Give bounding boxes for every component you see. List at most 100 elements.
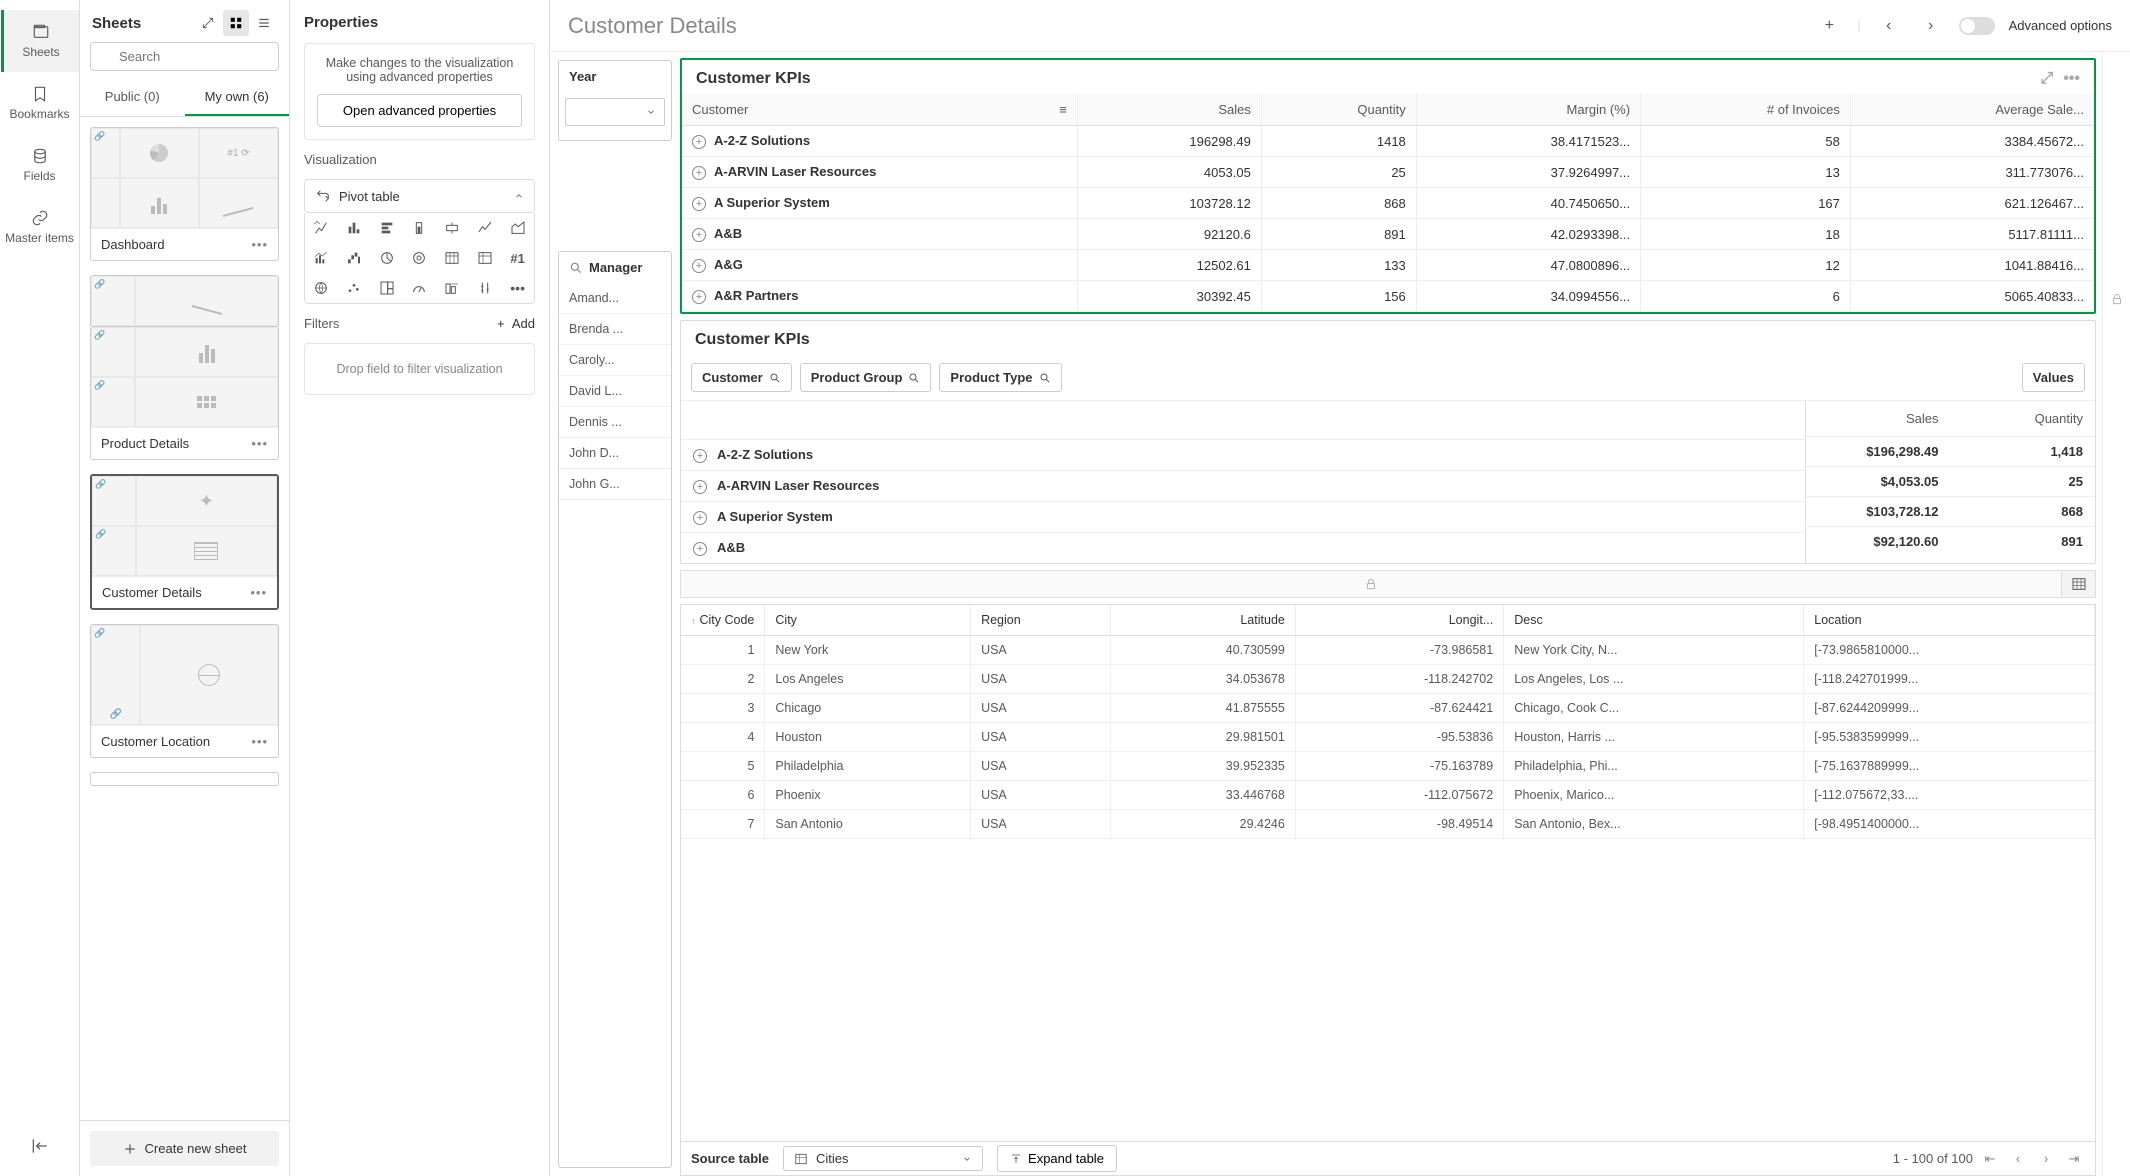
expand-row-icon[interactable]: +: [693, 480, 707, 494]
manager-item[interactable]: Caroly...: [559, 345, 671, 376]
col-desc[interactable]: Desc: [1504, 605, 1804, 636]
viz-gauge-icon[interactable]: [403, 273, 436, 303]
manager-item[interactable]: David L...: [559, 376, 671, 407]
expand-row-icon[interactable]: +: [692, 228, 706, 242]
sheet-card[interactable]: [90, 772, 279, 786]
col-sales[interactable]: Sales: [1806, 401, 1951, 436]
prev-sheet-button[interactable]: ‹: [1875, 12, 1903, 40]
viz-auto-icon[interactable]: [305, 213, 338, 243]
rail-bookmarks[interactable]: Bookmarks: [1, 72, 79, 134]
viz-box-icon[interactable]: [436, 213, 469, 243]
viz-scatter-icon[interactable]: [338, 273, 371, 303]
viz-treemap-icon[interactable]: [370, 273, 403, 303]
col-region[interactable]: Region: [971, 605, 1111, 636]
lock-icon[interactable]: [2110, 292, 2124, 306]
table-row[interactable]: +A&B92120.689142.0293398...185117.81111.…: [682, 219, 2094, 250]
add-button[interactable]: +: [1815, 12, 1843, 40]
create-sheet-button[interactable]: Create new sheet: [90, 1131, 279, 1166]
sheet-list[interactable]: 🔗 #1 ⟳ Dashboard••• 🔗: [80, 117, 289, 1120]
expand-row-icon[interactable]: +: [692, 166, 706, 180]
tab-public[interactable]: Public (0): [80, 79, 185, 116]
table-row[interactable]: +A Superior System: [681, 501, 1805, 532]
manager-item[interactable]: John G...: [559, 469, 671, 500]
sheet-card-product-details[interactable]: 🔗 🔗 Product Details•••: [90, 326, 279, 460]
rail-fields[interactable]: Fields: [1, 134, 79, 196]
table-row[interactable]: +A-2-Z Solutions: [681, 439, 1805, 470]
table-row[interactable]: +A-ARVIN Laser Resources: [681, 470, 1805, 501]
last-page-button[interactable]: ⇥: [2063, 1151, 2085, 1167]
viz-hbar-icon[interactable]: [370, 213, 403, 243]
table-row[interactable]: 1New YorkUSA40.730599-73.986581New York …: [681, 636, 2095, 665]
viz-more-icon[interactable]: •••: [501, 273, 534, 303]
viz-line-icon[interactable]: [469, 213, 502, 243]
viz-kpi-icon[interactable]: #1: [501, 243, 534, 273]
col-city[interactable]: City: [765, 605, 971, 636]
col-avg[interactable]: Average Sale...: [1850, 94, 2094, 126]
col-location[interactable]: Location: [1804, 605, 2095, 636]
next-sheet-button[interactable]: ›: [1917, 12, 1945, 40]
manager-list[interactable]: Amand... Brenda ... Caroly... David L...…: [559, 283, 671, 1167]
lock-bar[interactable]: [680, 570, 2062, 598]
col-customer[interactable]: Customer≡: [682, 94, 1077, 126]
chip-values[interactable]: Values: [2022, 363, 2085, 392]
viz-bullet-icon[interactable]: [403, 213, 436, 243]
rail-sheets[interactable]: Sheets: [1, 10, 79, 72]
sheet-more-button[interactable]: •••: [251, 734, 268, 749]
viz-map-icon[interactable]: [305, 273, 338, 303]
viz-histogram-icon[interactable]: [436, 273, 469, 303]
table-row[interactable]: 4HoustonUSA29.981501-95.53836Houston, Ha…: [681, 723, 2095, 752]
viz-pivot-icon[interactable]: [469, 243, 502, 273]
list-view-button[interactable]: [251, 10, 277, 36]
col-sales[interactable]: Sales: [1077, 94, 1261, 126]
sheet-card-dashboard[interactable]: 🔗 #1 ⟳ Dashboard•••: [90, 127, 279, 261]
col-quantity[interactable]: Quantity: [1261, 94, 1416, 126]
viz-donut-icon[interactable]: [403, 243, 436, 273]
col-citycode[interactable]: ↑City Code: [681, 605, 765, 636]
advanced-toggle[interactable]: [1959, 17, 1995, 35]
expand-row-icon[interactable]: +: [692, 259, 706, 273]
column-menu-icon[interactable]: ≡: [1059, 102, 1067, 117]
viz-waterfall-icon[interactable]: [338, 243, 371, 273]
collapse-panel-button[interactable]: [30, 1136, 50, 1156]
expand-row-icon[interactable]: +: [692, 290, 706, 304]
expand-row-icon[interactable]: +: [693, 542, 707, 556]
table-row[interactable]: 5PhiladelphiaUSA39.952335-75.163789Phila…: [681, 752, 2095, 781]
chip-product-group[interactable]: Product Group: [800, 363, 932, 392]
sheet-card-customer-location[interactable]: 🔗🔗 Customer Location•••: [90, 624, 279, 758]
col-margin[interactable]: Margin (%): [1416, 94, 1640, 126]
add-filter-button[interactable]: + Add: [497, 316, 535, 331]
next-page-button[interactable]: ›: [2035, 1151, 2057, 1166]
open-advanced-button[interactable]: Open advanced properties: [317, 94, 522, 127]
expand-row-icon[interactable]: +: [693, 511, 707, 525]
expand-row-icon[interactable]: +: [692, 135, 706, 149]
sheet-card-customer-details[interactable]: 🔗 ✦ 🔗 Customer Details•••: [90, 474, 279, 610]
viz-table-icon[interactable]: [436, 243, 469, 273]
table-row[interactable]: +A-2-Z Solutions196298.49141838.4171523.…: [682, 126, 2094, 157]
sheet-more-button[interactable]: •••: [251, 436, 268, 451]
col-lon[interactable]: Longit...: [1295, 605, 1503, 636]
filter-manager-header[interactable]: Manager: [559, 252, 671, 283]
sheets-search-input[interactable]: [90, 42, 279, 71]
table-row[interactable]: +A&R Partners30392.4515634.0994556...650…: [682, 281, 2094, 312]
manager-item[interactable]: Brenda ...: [559, 314, 671, 345]
expand-row-icon[interactable]: +: [692, 197, 706, 211]
sheet-card[interactable]: 🔗: [90, 275, 279, 326]
chip-customer[interactable]: Customer: [691, 363, 792, 392]
manager-item[interactable]: John D...: [559, 438, 671, 469]
table-row[interactable]: +A&G12502.6113347.0800896...121041.88416…: [682, 250, 2094, 281]
table-row[interactable]: +A-ARVIN Laser Resources4053.052537.9264…: [682, 157, 2094, 188]
tab-myown[interactable]: My own (6): [185, 79, 290, 116]
switch-table-view-button[interactable]: [2062, 570, 2096, 598]
col-invoices[interactable]: # of Invoices: [1641, 94, 1851, 126]
col-quantity[interactable]: Quantity: [1951, 401, 2096, 436]
visualization-select[interactable]: Pivot table: [304, 179, 535, 213]
viz-pie-icon[interactable]: [370, 243, 403, 273]
sheet-more-button[interactable]: •••: [251, 237, 268, 252]
first-page-button[interactable]: ⇤: [1979, 1151, 2001, 1167]
grid-view-button[interactable]: [223, 10, 249, 36]
table-row[interactable]: 2Los AngelesUSA34.053678-118.242702Los A…: [681, 665, 2095, 694]
chip-product-type[interactable]: Product Type: [939, 363, 1061, 392]
table-row[interactable]: 6PhoenixUSA33.446768-112.075672Phoenix, …: [681, 781, 2095, 810]
manager-item[interactable]: Amand...: [559, 283, 671, 314]
viz-bar-icon[interactable]: [338, 213, 371, 243]
